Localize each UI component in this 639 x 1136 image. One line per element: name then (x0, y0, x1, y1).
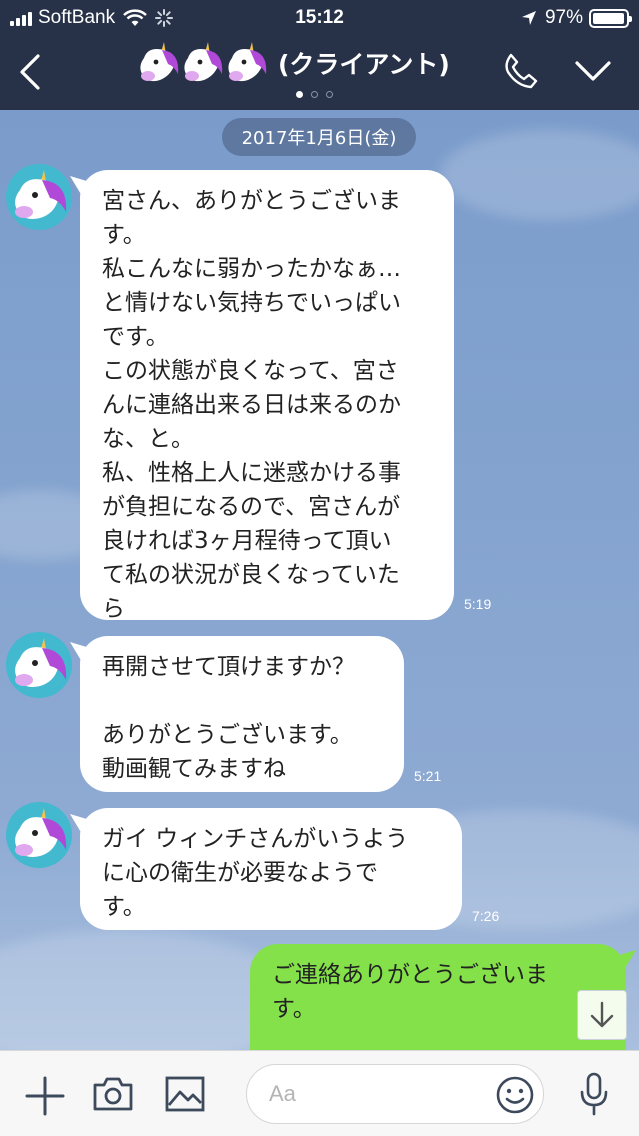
unicorn-icon (140, 42, 179, 82)
message-time: 5:21 (414, 768, 442, 784)
plus-icon[interactable] (24, 1075, 66, 1117)
page-dot (311, 91, 318, 98)
phone-icon[interactable] (502, 52, 538, 90)
message-input[interactable]: Aa (246, 1064, 544, 1124)
status-right: 97% (521, 7, 632, 29)
message-bubble[interactable]: 宮さん、ありがとうございま す。 私こんなに弱かったかなぁ… と情けない気持ちで… (80, 170, 454, 622)
battery-percent: 97% (544, 7, 583, 28)
avatar[interactable] (6, 802, 72, 868)
cloud-decoration (440, 130, 639, 220)
unicorn-icon (228, 42, 267, 82)
unicorn-avatars (134, 40, 267, 86)
chevron-left-icon[interactable] (14, 52, 48, 92)
battery-fill (593, 12, 625, 24)
input-placeholder: Aa (269, 1081, 296, 1106)
battery-icon (589, 8, 632, 28)
page-indicator (296, 91, 333, 98)
message-time: 7:26 (472, 908, 500, 924)
unicorn-icon (184, 42, 223, 82)
status-bar: SoftBank 15:12 97% (0, 0, 639, 36)
my-message-bubble[interactable]: ご連絡ありがとうございま す。 (250, 944, 626, 1050)
unicorn-icon (15, 808, 67, 857)
page-dot (326, 91, 333, 98)
unicorn-icon (15, 638, 67, 687)
emoji-icon[interactable] (495, 1075, 535, 1115)
chat-header: (クライアント) (0, 36, 639, 110)
image-icon[interactable] (164, 1075, 206, 1113)
page-dot (296, 91, 303, 98)
chevron-down-icon[interactable] (574, 58, 612, 84)
location-arrow-icon (521, 11, 536, 25)
arrow-down-icon (590, 1001, 614, 1028)
message-time: 5:19 (464, 596, 492, 612)
unicorn-icon (15, 170, 67, 219)
date-separator: 2017年1月6日(金) (222, 118, 416, 156)
chat-title-area[interactable]: (クライアント) (134, 40, 450, 86)
avatar[interactable] (6, 632, 72, 698)
camera-icon[interactable] (92, 1075, 134, 1113)
message-bubble[interactable]: 再開させて頂けますか？ ありがとうございます。 動画観てみますね (80, 636, 404, 792)
avatar[interactable] (6, 164, 72, 230)
input-bar: Aa (0, 1050, 639, 1136)
scroll-to-bottom-button[interactable] (577, 990, 627, 1040)
message-bubble[interactable]: ガイ ウィンチさんがいうよう に心の衛生が必要なようで す。 (80, 808, 462, 930)
chat-title: (クライアント) (278, 50, 450, 79)
chat-area[interactable]: 2017年1月6日(金) 宮さん、ありがとうございま す。 私こんなに弱かったか… (0, 110, 639, 1050)
microphone-icon[interactable] (578, 1071, 610, 1117)
